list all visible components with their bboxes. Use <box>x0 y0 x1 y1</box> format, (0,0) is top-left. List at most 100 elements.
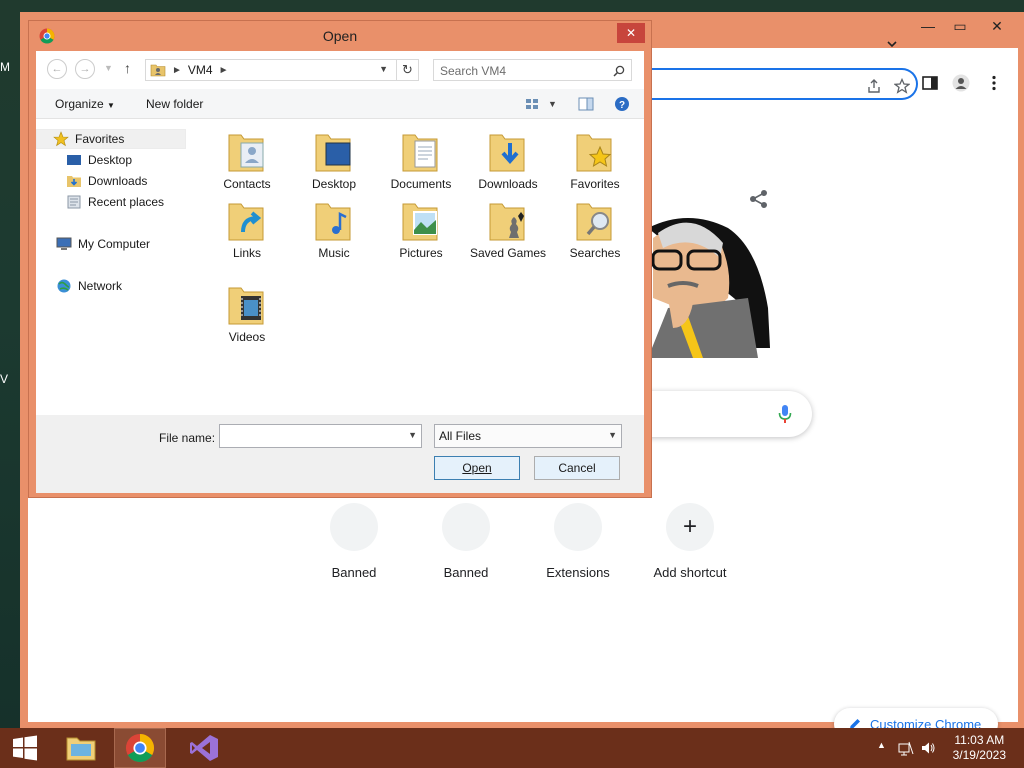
recent-places-icon <box>67 195 81 209</box>
back-button[interactable]: ← <box>47 59 67 79</box>
dialog-title: Open <box>322 28 358 44</box>
profile-avatar-icon[interactable] <box>952 74 970 92</box>
voice-search-icon[interactable] <box>778 404 792 424</box>
nav-my-computer[interactable]: My Computer <box>56 234 150 254</box>
file-list: Contacts Desktop Documents Downloads Fav… <box>196 119 644 415</box>
network-status-icon[interactable] <box>898 740 914 756</box>
taskbar: ▲ 11:03 AM 3/19/2023 <box>0 728 1024 768</box>
favorites-folder-icon <box>576 134 612 172</box>
taskbar-chrome[interactable] <box>114 728 166 768</box>
clock-time: 11:03 AM <box>954 733 1005 747</box>
folder-item-contacts[interactable]: Contacts <box>204 129 290 192</box>
shortcut-icon <box>330 503 378 551</box>
file-name-dropdown-icon[interactable]: ▼ <box>408 430 417 440</box>
folder-label: Contacts <box>223 177 271 191</box>
folder-item-desktop[interactable]: Desktop <box>291 129 377 192</box>
nav-downloads[interactable]: Downloads <box>66 171 147 191</box>
shortcut-tile[interactable]: Banned <box>298 503 410 580</box>
desktop-folder-icon <box>315 134 351 172</box>
visual-studio-icon <box>190 735 218 761</box>
taskbar-file-explorer[interactable] <box>58 728 104 768</box>
folder-label: Pictures <box>399 246 443 260</box>
contacts-folder-icon <box>228 134 264 172</box>
folder-label: Music <box>318 246 350 260</box>
cancel-label: Cancel <box>558 461 596 475</box>
shortcut-label: Add shortcut <box>653 565 727 580</box>
folder-item-videos[interactable]: Videos <box>204 282 290 345</box>
nav-network[interactable]: Network <box>56 276 122 296</box>
nav-desktop[interactable]: Desktop <box>66 150 132 170</box>
folder-label: Documents <box>390 177 452 191</box>
links-folder-icon <box>228 203 264 241</box>
dialog-close-button[interactable]: ✕ <box>617 23 645 43</box>
nav-favorites[interactable]: Favorites <box>36 129 186 149</box>
downloads-folder-icon <box>489 134 525 172</box>
navigation-pane: Favorites Desktop Downloads Recent place… <box>36 119 196 415</box>
folder-item-downloads[interactable]: Downloads <box>465 129 551 192</box>
address-bar[interactable]: ► VM4 ► ▼ ↻ <box>145 59 419 81</box>
desktop-icon-label: M <box>0 60 10 74</box>
shortcut-tile[interactable]: Banned <box>410 503 522 580</box>
start-button[interactable] <box>0 728 50 768</box>
nav-label: Network <box>78 279 123 293</box>
folder-item-searches[interactable]: Searches <box>552 198 638 261</box>
bookmark-star-icon[interactable] <box>894 78 910 94</box>
file-name-field[interactable]: ▼ <box>219 424 422 448</box>
up-arrow-icon[interactable]: ↑ <box>124 60 131 76</box>
breadcrumb-item[interactable]: VM4 <box>188 63 213 77</box>
folder-item-music[interactable]: Music <box>291 198 377 261</box>
maximize-button[interactable]: ▭ <box>944 14 976 38</box>
folder-item-saved-games[interactable]: Saved Games <box>465 198 551 261</box>
downloads-icon <box>67 176 81 187</box>
google-doodle-image[interactable] <box>648 188 778 358</box>
share-icon[interactable] <box>866 78 882 94</box>
folder-item-pictures[interactable]: Pictures <box>378 198 464 261</box>
taskbar-visual-studio[interactable] <box>180 728 228 768</box>
folder-item-documents[interactable]: Documents <box>378 129 464 192</box>
close-button[interactable]: ✕ <box>976 14 1018 38</box>
nav-label: Recent places <box>88 195 165 209</box>
dialog-titlebar[interactable]: Open ✕ <box>29 21 651 51</box>
nav-label: My Computer <box>78 237 151 251</box>
recent-locations-chevron-icon[interactable]: ▼ <box>104 63 113 73</box>
windows-logo-icon <box>13 735 37 761</box>
nav-recent-places[interactable]: Recent places <box>66 192 164 212</box>
system-clock[interactable]: 11:03 AM 3/19/2023 <box>953 733 1006 763</box>
add-icon: + <box>666 503 714 551</box>
search-field[interactable]: Search VM4 <box>433 59 632 81</box>
breadcrumb-separator-icon[interactable]: ► <box>219 65 229 76</box>
documents-folder-icon <box>402 134 438 172</box>
address-dropdown-icon[interactable]: ▼ <box>379 64 388 74</box>
folder-item-favorites[interactable]: Favorites <box>552 129 638 192</box>
view-dropdown-icon[interactable]: ▼ <box>548 99 557 109</box>
new-folder-button[interactable]: New folder <box>146 97 203 111</box>
show-hidden-icons-icon[interactable]: ▲ <box>877 740 886 750</box>
refresh-icon[interactable]: ↻ <box>396 60 418 80</box>
view-options-icon[interactable] <box>525 98 539 110</box>
window-controls: — ▭ ✕ <box>912 14 1018 38</box>
nav-label: Downloads <box>88 174 148 188</box>
folder-item-links[interactable]: Links <box>204 198 290 261</box>
cancel-button[interactable]: Cancel <box>534 456 620 480</box>
shortcut-label: Extensions <box>546 565 610 580</box>
shortcut-icon <box>442 503 490 551</box>
chrome-menu-icon[interactable] <box>985 74 1003 92</box>
organize-menu[interactable]: Organize ▼ <box>55 97 115 111</box>
svg-text:?: ? <box>619 100 625 111</box>
folder-label: Videos <box>228 330 266 344</box>
add-shortcut-tile[interactable]: + Add shortcut <box>634 503 746 580</box>
google-search-box[interactable] <box>628 391 812 437</box>
share-doodle-icon[interactable] <box>748 188 770 210</box>
volume-icon[interactable] <box>920 740 936 756</box>
open-button[interactable]: Open <box>434 456 520 480</box>
new-folder-label: New folder <box>146 97 204 111</box>
preview-pane-icon[interactable] <box>578 97 594 111</box>
forward-button[interactable]: → <box>75 59 95 79</box>
shortcut-tile[interactable]: Extensions <box>522 503 634 580</box>
help-icon[interactable]: ? <box>614 96 630 112</box>
minimize-button[interactable]: — <box>912 14 944 38</box>
file-type-select[interactable]: All Files ▼ <box>434 424 622 448</box>
chrome-logo-icon <box>125 733 155 763</box>
address-bar[interactable] <box>618 68 918 100</box>
side-panel-icon[interactable] <box>921 74 939 92</box>
